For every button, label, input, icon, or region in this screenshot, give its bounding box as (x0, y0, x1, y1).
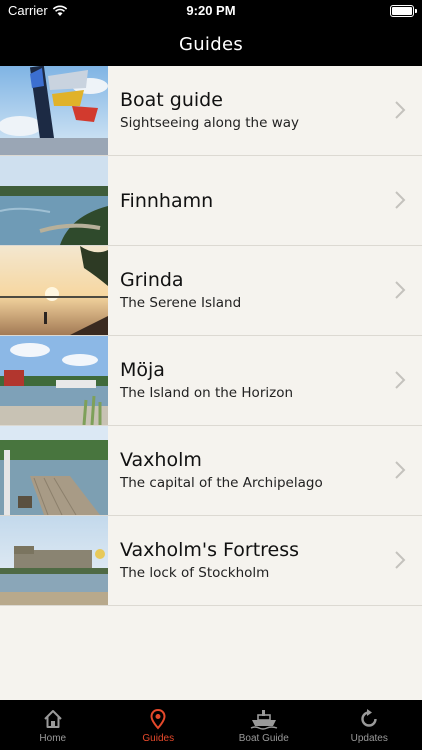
chevron-right-icon (395, 551, 406, 569)
guide-subtitle: The lock of Stockholm (120, 565, 270, 581)
finnhamn-thumbnail (0, 156, 108, 245)
tab-label: Home (39, 733, 67, 744)
guide-row-finnhamn[interactable]: Finnhamn (0, 156, 422, 246)
chevron-right-icon (395, 461, 406, 479)
tab-updates[interactable]: Updates (317, 700, 422, 750)
guide-subtitle: The Island on the Horizon (120, 385, 294, 401)
boat-icon (250, 710, 277, 730)
battery-icon (390, 5, 417, 17)
vaxholms-fortress-thumbnail (0, 516, 108, 605)
guide-row-grinda[interactable]: Grinda The Serene Island (0, 246, 422, 336)
chevron-right-icon (395, 191, 406, 209)
guides-list: Boat guide Sightseeing along the way Fin… (0, 66, 422, 606)
guide-title: Möja (120, 359, 165, 381)
guide-title: Grinda (120, 269, 184, 291)
tab-label: Updates (350, 733, 388, 744)
guide-row-vaxholms-fortress[interactable]: Vaxholm's Fortress The lock of Stockholm (0, 516, 422, 606)
guide-row-boat-guide[interactable]: Boat guide Sightseeing along the way (0, 66, 422, 156)
chevron-right-icon (395, 281, 406, 299)
tab-label: Guides (142, 733, 175, 744)
vaxholm-thumbnail (0, 426, 108, 515)
tab-guides[interactable]: Guides (106, 700, 212, 750)
home-icon (44, 710, 62, 728)
chevron-right-icon (395, 101, 406, 119)
guide-title: Vaxholm (120, 449, 202, 471)
status-bar: Carrier 9:20 PM (0, 0, 422, 22)
tab-boat-guide[interactable]: Boat Guide (211, 700, 317, 750)
tab-bar: Home Guides Boat Guide Updates (0, 700, 422, 750)
guide-subtitle: The capital of the Archipelago (120, 475, 323, 491)
tab-home[interactable]: Home (0, 700, 106, 750)
navigation-bar: Guides (0, 22, 422, 66)
refresh-icon (361, 709, 377, 727)
page-title: Guides (178, 33, 244, 55)
guide-title: Finnhamn (120, 189, 214, 212)
tab-label: Boat Guide (238, 733, 289, 744)
moja-thumbnail (0, 336, 108, 425)
guide-row-vaxholm[interactable]: Vaxholm The capital of the Archipelago (0, 426, 422, 516)
clock: 9:20 PM (186, 3, 236, 18)
guide-title: Boat guide (120, 89, 223, 111)
guide-subtitle: The Serene Island (120, 295, 242, 311)
location-pin-icon (150, 708, 166, 730)
boat-guide-thumbnail (0, 66, 108, 155)
guide-title: Vaxholm's Fortress (120, 539, 300, 561)
chevron-right-icon (395, 371, 406, 389)
guide-subtitle: Sightseeing along the way (120, 115, 300, 131)
guide-row-moja[interactable]: Möja The Island on the Horizon (0, 336, 422, 426)
grinda-thumbnail (0, 246, 108, 335)
